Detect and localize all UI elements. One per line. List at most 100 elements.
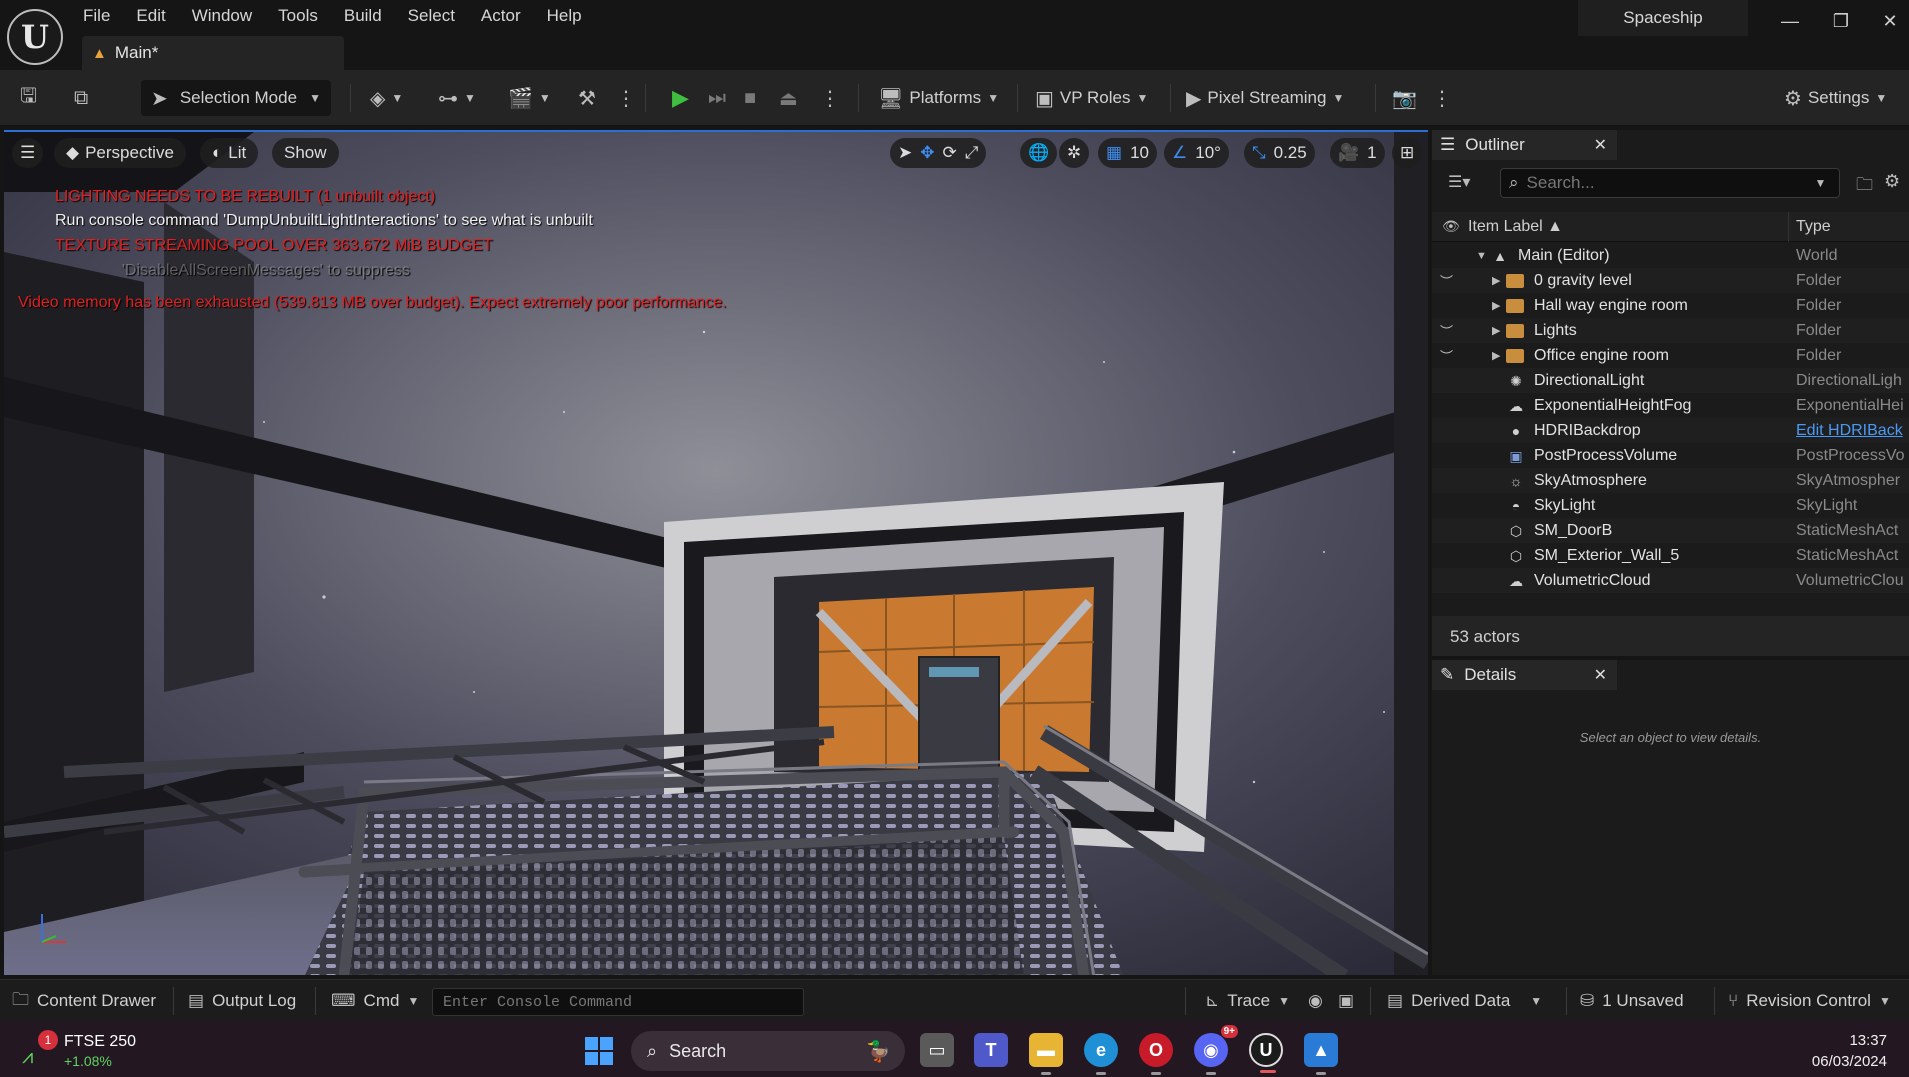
discord-icon[interactable]: ◉ 9+ [1194,1025,1238,1075]
document-tab-main[interactable]: ▲ Main* [82,36,344,70]
trace-dropdown[interactable]: ⊾ Trace ▼ [1205,980,1290,1022]
add-folder-icon[interactable]: 🗀 [1856,172,1873,201]
menu-help[interactable]: Help [534,0,595,30]
close-icon[interactable]: ✕ [1875,6,1905,36]
menu-select[interactable]: Select [395,0,468,30]
menu-tools[interactable]: Tools [265,0,331,30]
type-header[interactable]: Type [1796,218,1831,236]
system-clock[interactable]: 13:37 06/03/2024 [1812,1030,1887,1072]
outliner-row[interactable]: ⬡ SM_Exterior_Wall_5 StaticMeshAct [1432,543,1909,568]
outliner-row[interactable]: ☁ ExponentialHeightFog ExponentialHei [1432,393,1909,418]
more-options-icon[interactable]: ⋮ [616,80,636,116]
vp-roles-dropdown[interactable]: ▣ VP Roles ▼ [1035,80,1148,116]
unreal-engine-icon[interactable]: U [1249,1033,1283,1073]
world-local-toggle[interactable]: 🌐 [1020,138,1058,168]
level-viewport[interactable]: ☰ ◆ Perspective ◐ Lit Show ➤ ✥ ⟳ ⤢ 🌐 ✲ ▦… [4,130,1428,975]
item-label-header[interactable]: Item Label ▲ [1468,218,1563,236]
console-command-input[interactable] [432,988,804,1016]
outliner-row[interactable]: ✺ DirectionalLight DirectionalLigh [1432,368,1909,393]
eject-button[interactable]: ⏏ [779,80,798,116]
insights-icon[interactable]: ◉ [1308,980,1323,1022]
menu-file[interactable]: File [70,0,123,30]
blueprint-button[interactable]: ⊶ ▼ [438,80,476,116]
stock-widget[interactable]: ⩘ 1 FTSE 250 +1.08% [22,1028,142,1072]
expanded-arrow-icon[interactable]: ▼ [1476,250,1487,262]
outliner-row[interactable]: ☁ VolumetricCloud VolumetricClou [1432,568,1909,593]
close-icon[interactable]: ✕ [1594,135,1607,155]
grid-snap-control[interactable]: ▦ 10 [1098,138,1157,168]
close-icon[interactable]: ✕ [1594,665,1607,685]
camera-speed-control[interactable]: 🎥 1 [1330,138,1385,168]
details-tab[interactable]: ✎ Details ✕ [1432,660,1617,690]
derived-data-dropdown[interactable]: ▤ Derived Data ▼ [1387,980,1542,1022]
screenshot-icon[interactable]: ▣ [1338,980,1354,1022]
windows-start-icon[interactable] [585,1037,613,1065]
task-view-icon[interactable]: ▭ [920,1033,954,1067]
edit-hdribackdrop-link[interactable]: Edit HDRIBack [1796,422,1909,440]
show-dropdown[interactable]: Show [272,138,339,168]
translate-icon[interactable]: ✥ [920,143,934,163]
file-explorer-icon[interactable]: ▬ [1029,1033,1063,1075]
scale-icon[interactable]: ⤢ [965,143,979,163]
settings-dropdown[interactable]: ⚙ Settings ▼ [1784,80,1887,116]
surface-snap-toggle[interactable]: ✲ [1059,138,1090,168]
toolbar-more-icon[interactable]: ⋮ [1432,80,1452,116]
collapsed-arrow-icon[interactable]: ▶ [1492,299,1500,312]
opera-icon[interactable]: O [1139,1033,1173,1075]
scale-snap-control[interactable]: ⤡ 0.25 [1244,138,1315,168]
photos-icon[interactable]: ▲ [1304,1033,1338,1075]
browse-button[interactable]: ⧉ [74,80,88,116]
modes-button[interactable]: ⚒ [578,80,596,116]
visibility-closed-eye-icon[interactable]: ︶ [1440,321,1460,340]
camera-button[interactable]: 📷 [1392,80,1417,116]
menu-window[interactable]: Window [179,0,265,30]
advance-frame-button[interactable]: ⏭ [708,80,726,116]
outliner-row[interactable]: ▼ ▲ Main (Editor) World [1432,243,1909,268]
viewport-layout-button[interactable]: ⊞ [1392,138,1423,168]
minimize-icon[interactable]: — [1775,6,1805,36]
play-options-icon[interactable]: ⋮ [820,80,840,116]
outliner-row[interactable]: ︶ ▶ Office engine room Folder [1432,343,1909,368]
outliner-row[interactable]: ▣ PostProcessVolume PostProcessVo [1432,443,1909,468]
selection-mode-dropdown[interactable]: ➤ Selection Mode ▼ [141,80,331,116]
outliner-tab[interactable]: ☰ Outliner ✕ [1432,130,1617,160]
menu-build[interactable]: Build [331,0,395,30]
visibility-eye-icon[interactable]: 👁 [1442,218,1460,235]
play-button[interactable]: ▶ [672,80,689,116]
visibility-closed-eye-icon[interactable]: ︶ [1440,271,1460,290]
collapsed-arrow-icon[interactable]: ▶ [1492,324,1500,337]
pixel-streaming-dropdown[interactable]: ▶ Pixel Streaming ▼ [1186,80,1344,116]
rotate-icon[interactable]: ⟳ [943,143,957,163]
filter-icon[interactable]: ☰▾ [1448,172,1470,192]
teams-icon[interactable]: T [974,1033,1008,1067]
cinematics-button[interactable]: 🎬 ▼ [508,80,551,116]
viewport-menu-button[interactable]: ☰ [12,138,44,168]
cmd-dropdown[interactable]: ⌨ Cmd ▼ [331,980,419,1022]
menu-actor[interactable]: Actor [468,0,534,30]
gear-icon[interactable]: ⚙ [1884,171,1900,192]
collapsed-arrow-icon[interactable]: ▶ [1492,349,1500,362]
outliner-row[interactable]: ▶ Hall way engine room Folder [1432,293,1909,318]
outliner-row[interactable]: ︶ ▶ 0 gravity level Folder [1432,268,1909,293]
collapsed-arrow-icon[interactable]: ▶ [1492,274,1500,287]
chevron-down-icon[interactable]: ▼ [1815,176,1827,190]
select-arrow-icon[interactable]: ➤ [898,143,912,163]
outliner-row[interactable]: ☼ SkyAtmosphere SkyAtmospher [1432,468,1909,493]
outliner-row[interactable]: ⬡ SM_DoorB StaticMeshAct [1432,518,1909,543]
edge-icon[interactable]: e [1084,1033,1118,1075]
perspective-dropdown[interactable]: ◆ Perspective [54,138,186,168]
unreal-logo-icon[interactable]: U [7,9,63,65]
content-drawer-button[interactable]: 🗀 Content Drawer [12,980,156,1022]
view-mode-dropdown[interactable]: ◐ Lit [200,138,259,168]
save-button[interactable]: 🖫 [20,80,37,116]
taskbar-search[interactable]: ⌕ Search 🦆 [631,1031,905,1071]
outliner-search-input[interactable] [1526,173,1807,193]
outliner-row[interactable]: ︶ ▶ Lights Folder [1432,318,1909,343]
restore-icon[interactable]: ❐ [1826,6,1856,36]
platforms-dropdown[interactable]: 🖥 Platforms ▼ [878,80,999,116]
outliner-row[interactable]: ◓ SkyLight SkyLight [1432,493,1909,518]
outliner-row[interactable]: ● HDRIBackdrop Edit HDRIBack [1432,418,1909,443]
output-log-button[interactable]: ▤ Output Log [188,980,296,1022]
menu-edit[interactable]: Edit [123,0,178,30]
unsaved-button[interactable]: ⛁ 1 Unsaved [1580,980,1684,1022]
